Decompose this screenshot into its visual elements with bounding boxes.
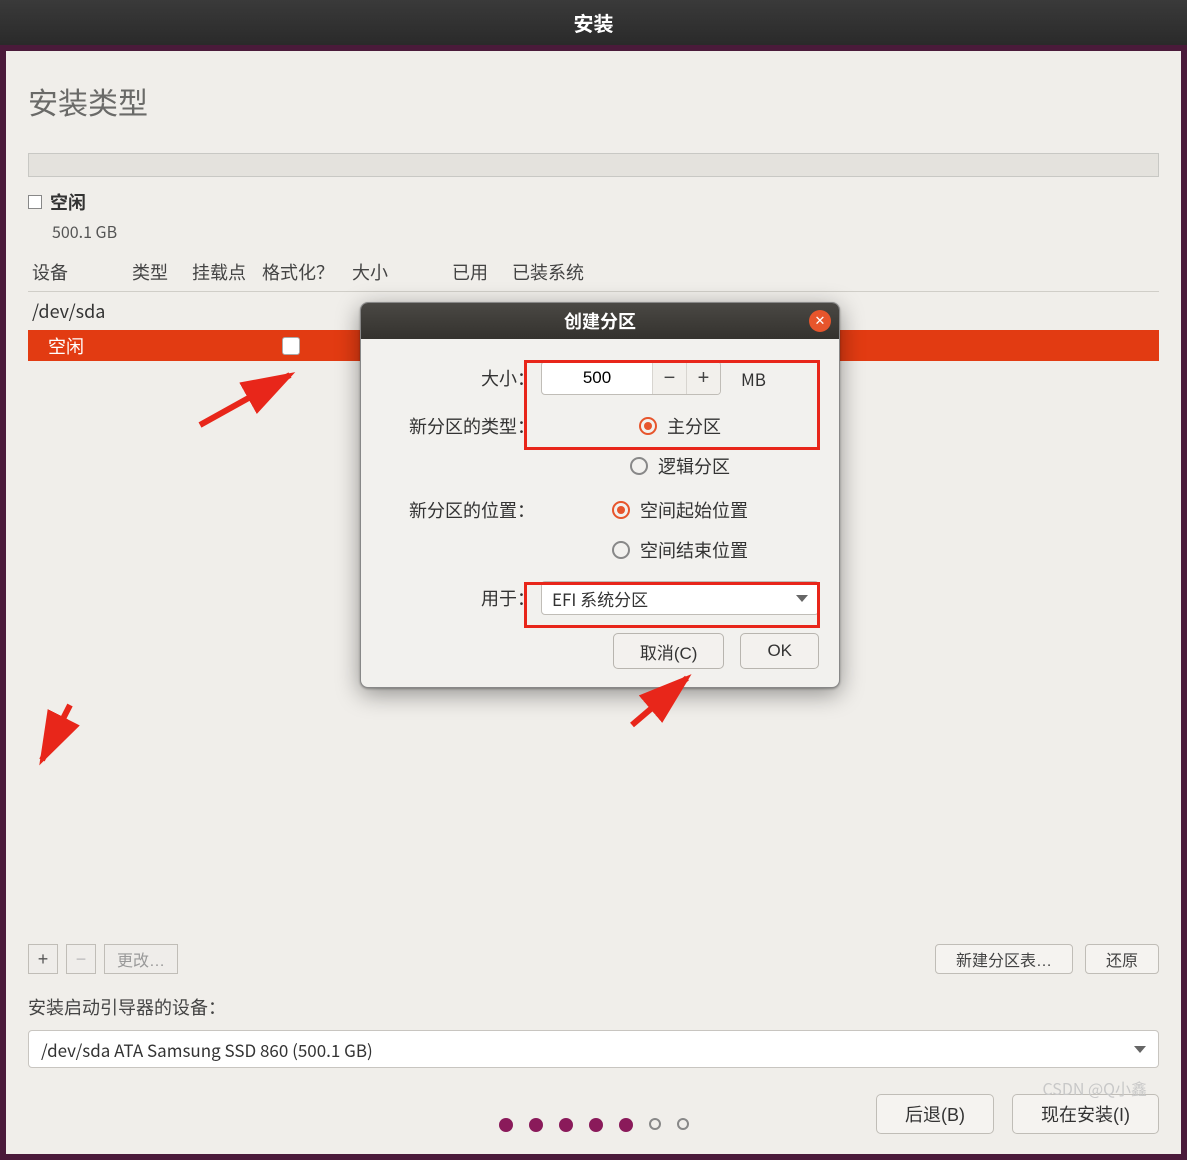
new-partition-table-button[interactable]: 新建分区表…: [935, 944, 1073, 974]
col-type[interactable]: 类型: [132, 259, 192, 285]
col-format[interactable]: 格式化？: [262, 259, 352, 285]
radio-primary-label: 主分区: [667, 413, 721, 439]
col-device[interactable]: 设备: [32, 259, 132, 285]
size-unit: MB: [731, 366, 776, 391]
radio-begin-label: 空间起始位置: [640, 497, 748, 523]
cell-device: /dev/sda: [32, 298, 132, 324]
legend-swatch: [28, 195, 42, 209]
cell-free-label: 空闲: [32, 333, 132, 359]
field-partition-type: 新分区的类型： 主分区 逻辑分区: [381, 413, 819, 479]
watermark: CSDN @Q小鑫: [1043, 1076, 1147, 1100]
bootloader-value: /dev/sda ATA Samsung SSD 860 (500.1 GB): [41, 1037, 373, 1062]
radio-location-begin[interactable]: 空间起始位置: [612, 497, 748, 523]
col-used[interactable]: 已用: [452, 259, 512, 285]
close-icon[interactable]: ✕: [809, 310, 831, 332]
back-button[interactable]: 后退(B): [876, 1094, 994, 1134]
radio-icon: [630, 457, 648, 475]
size-label: 大小：: [381, 365, 541, 391]
disk-usage-fill: [29, 154, 1158, 176]
use-as-value: EFI 系统分区: [552, 586, 648, 611]
create-partition-dialog: 创建分区 ✕ 大小： − + MB 新分区的类型： 主分区: [360, 302, 840, 688]
field-size: 大小： − + MB: [381, 361, 819, 395]
progress-dots: [499, 1118, 689, 1132]
radio-icon: [639, 417, 657, 435]
field-location: 新分区的位置： 空间起始位置 空间结束位置: [381, 497, 819, 563]
ok-button[interactable]: OK: [740, 633, 819, 669]
legend-label: 空闲: [50, 189, 86, 215]
dot-1: [499, 1118, 513, 1132]
format-checkbox[interactable]: [282, 337, 300, 355]
col-size[interactable]: 大小: [352, 259, 452, 285]
use-label: 用于：: [381, 585, 541, 611]
bootloader-select[interactable]: /dev/sda ATA Samsung SSD 860 (500.1 GB): [28, 1030, 1159, 1068]
window-titlebar: 安装: [0, 0, 1187, 45]
radio-end-label: 空间结束位置: [640, 537, 748, 563]
radio-primary[interactable]: 主分区: [639, 413, 721, 439]
dot-6: [649, 1118, 661, 1130]
field-use-as: 用于： EFI 系统分区: [381, 581, 819, 615]
legend-row: 空闲: [28, 189, 1159, 215]
dot-2: [529, 1118, 543, 1132]
revert-button[interactable]: 还原: [1085, 944, 1159, 974]
chevron-down-icon: [1134, 1046, 1146, 1053]
col-system[interactable]: 已装系统: [512, 259, 1155, 285]
radio-icon: [612, 541, 630, 559]
dialog-body: 大小： − + MB 新分区的类型： 主分区 逻辑分区: [361, 339, 839, 687]
dialog-titlebar[interactable]: 创建分区 ✕: [361, 303, 839, 339]
cancel-button[interactable]: 取消(C): [613, 633, 725, 669]
window-title: 安装: [574, 8, 614, 37]
dialog-footer: 取消(C) OK: [381, 633, 819, 669]
dot-5: [619, 1118, 633, 1132]
page-title: 安装类型: [28, 79, 1159, 123]
size-input[interactable]: [542, 368, 652, 388]
radio-logical-label: 逻辑分区: [658, 453, 730, 479]
change-partition-button[interactable]: 更改…: [104, 944, 178, 974]
add-partition-button[interactable]: +: [28, 944, 58, 974]
use-as-select[interactable]: EFI 系统分区: [541, 581, 819, 615]
chevron-down-icon: [796, 595, 808, 602]
size-decrement-button[interactable]: −: [652, 361, 686, 395]
size-increment-button[interactable]: +: [686, 361, 720, 395]
dialog-title: 创建分区: [564, 308, 636, 334]
size-spinner: − +: [541, 361, 721, 395]
install-now-button[interactable]: 现在安装(I): [1012, 1094, 1159, 1134]
dot-7: [677, 1118, 689, 1130]
remove-partition-button[interactable]: −: [66, 944, 96, 974]
radio-location-end[interactable]: 空间结束位置: [612, 537, 748, 563]
legend-size: 500.1 GB: [52, 219, 1159, 243]
type-label: 新分区的类型：: [381, 413, 541, 439]
disk-usage-bar: [28, 153, 1159, 177]
dot-3: [559, 1118, 573, 1132]
location-label: 新分区的位置：: [381, 497, 541, 523]
col-mount[interactable]: 挂载点: [192, 259, 262, 285]
dot-4: [589, 1118, 603, 1132]
bootloader-label: 安装启动引导器的设备：: [28, 994, 1159, 1020]
partition-table-header: 设备 类型 挂载点 格式化？ 大小 已用 已装系统: [28, 253, 1159, 292]
partition-toolbar: + − 更改… 新建分区表… 还原: [28, 944, 1159, 974]
radio-logical[interactable]: 逻辑分区: [630, 453, 730, 479]
radio-icon: [612, 501, 630, 519]
